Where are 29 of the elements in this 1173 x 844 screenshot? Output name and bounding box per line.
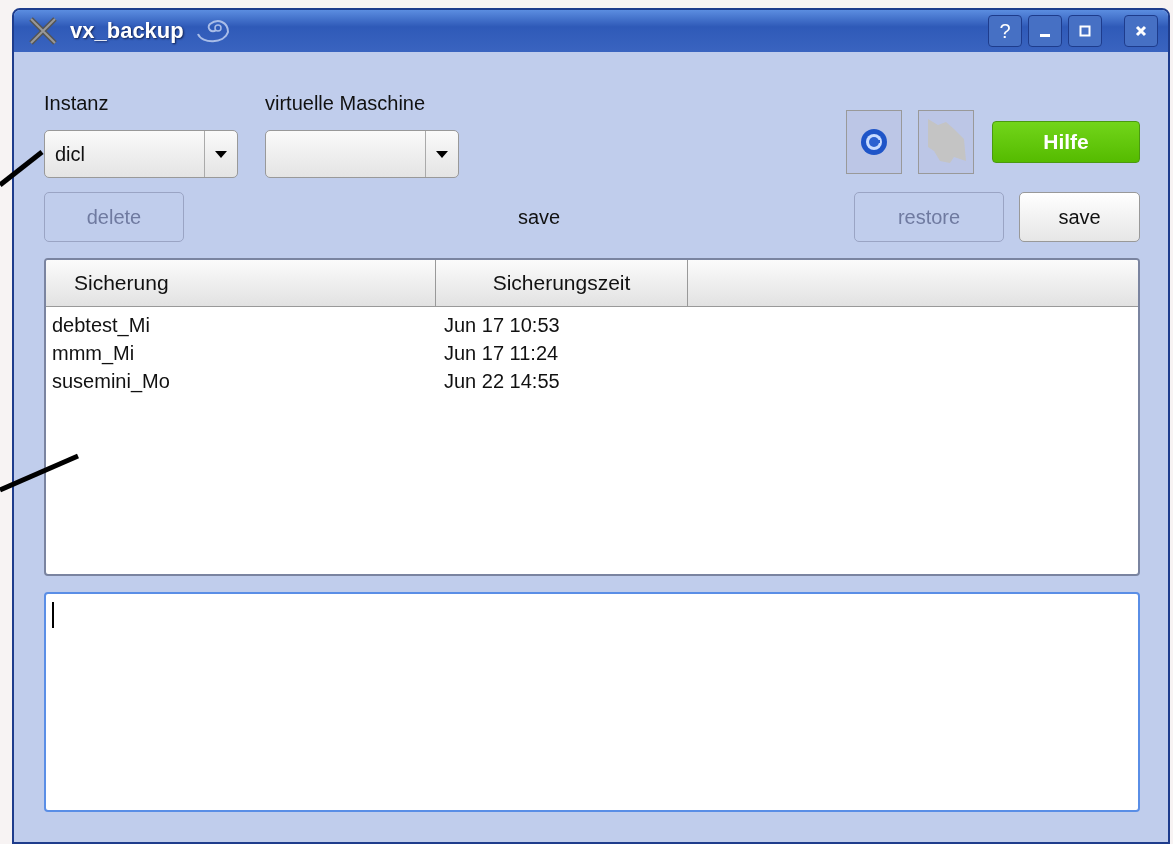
tool-button[interactable] bbox=[846, 110, 902, 174]
table-cell: Jun 17 10:53 bbox=[444, 313, 560, 337]
table-cell: Jun 17 11:24 bbox=[444, 341, 559, 365]
dropdown[interactable]: dicl bbox=[44, 130, 238, 178]
close-button[interactable] bbox=[1124, 15, 1158, 47]
minimize-button[interactable] bbox=[1028, 15, 1062, 47]
field-label: virtuelle Maschine bbox=[265, 92, 427, 116]
minimize-icon bbox=[1040, 33, 1050, 37]
mode-label: save bbox=[516, 205, 561, 229]
window-title: vx_backup bbox=[70, 18, 184, 44]
table-cell-text: mmm_Mi bbox=[51, 341, 136, 365]
log-text-area[interactable] bbox=[44, 592, 1140, 812]
app-icon bbox=[28, 16, 58, 46]
table-cell-text: debtest_Mi bbox=[51, 313, 151, 337]
save-button[interactable]: save bbox=[1019, 192, 1140, 242]
column-header[interactable]: Sicherungszeit bbox=[436, 260, 688, 306]
field-label: Instanz bbox=[44, 92, 110, 116]
column-header[interactable]: Sicherung bbox=[46, 260, 436, 306]
maximize-icon bbox=[1079, 25, 1091, 37]
dropdown-arrow-icon bbox=[436, 150, 448, 158]
close-icon bbox=[1135, 25, 1147, 37]
globe-icon bbox=[860, 128, 888, 156]
help-button[interactable]: ? bbox=[988, 15, 1022, 47]
table-cell-text: susemini_Mo bbox=[51, 369, 171, 393]
dropdown-arrow-icon bbox=[215, 150, 227, 158]
table-cell: Jun 22 14:55 bbox=[444, 369, 560, 393]
dropdown[interactable] bbox=[265, 130, 459, 178]
maximize-button[interactable] bbox=[1068, 15, 1102, 47]
leader-line bbox=[0, 150, 44, 187]
